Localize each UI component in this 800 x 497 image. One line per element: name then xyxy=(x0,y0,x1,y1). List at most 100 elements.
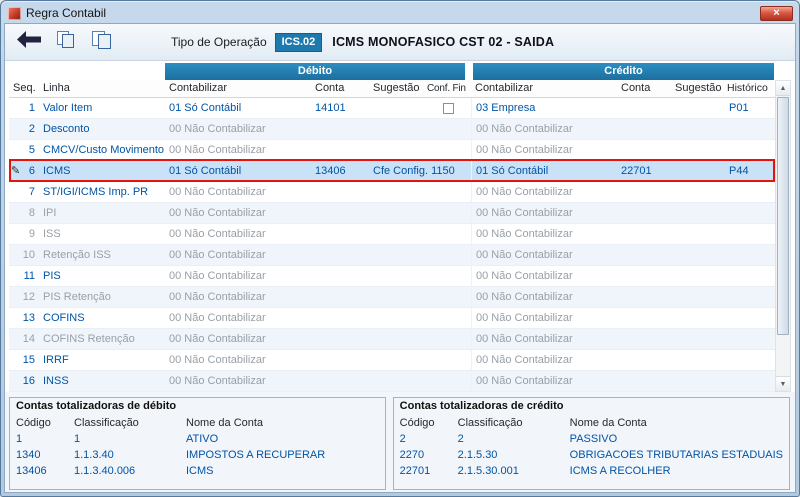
totals-row: 2270 2.1.5.30 OBRIGACOES TRIBUTARIAS ESTAD… xyxy=(394,447,789,463)
totals-classificacao: 1 xyxy=(74,433,81,445)
scroll-down-icon: ▼ xyxy=(779,380,787,388)
cell-d_cont: 00 Não Contabilizar xyxy=(169,186,266,198)
cell-linha: COFINS xyxy=(43,312,85,324)
cell-seq: 13 xyxy=(22,312,35,324)
conf-fin-checkbox[interactable] xyxy=(442,102,454,114)
grid-row-2[interactable]: 2 Desconto 00 Não Contabilizar 00 Não Conta… xyxy=(9,119,775,140)
column-header-credit-conta[interactable]: Conta xyxy=(617,80,671,97)
totals-row: 22701 2.1.5.30.001 ICMS A RECOLHER xyxy=(394,463,789,479)
cell-d_cont: 00 Não Contabilizar xyxy=(169,228,266,240)
column-header-debit-sugestao[interactable]: Sugestão xyxy=(369,80,425,97)
totals-codigo: 2 xyxy=(399,433,406,445)
cell-c_cont: 00 Não Contabilizar xyxy=(471,329,617,349)
totals-nome: ICMS xyxy=(186,465,214,477)
cell-c_conta xyxy=(617,371,671,391)
cell-d_conta xyxy=(311,245,369,265)
column-header-seq[interactable]: Seq. xyxy=(9,80,39,97)
cell-d_sug xyxy=(369,203,425,223)
cell-c_cont: 00 Não Contabilizar xyxy=(471,287,617,307)
scrollbar-thumb[interactable] xyxy=(777,97,789,335)
grid-row-14[interactable]: 14 COFINS Retenção 00 Não Contabilizar 00 N… xyxy=(9,329,775,350)
duplicate-rule-button[interactable] xyxy=(89,28,115,57)
cell-linha: INSS xyxy=(43,375,69,387)
cell-c_cont: 00 Não Contabilizar xyxy=(471,119,617,139)
column-header-conf-fin[interactable]: Conf. Fin xyxy=(425,80,471,97)
totals-codigo: 1 xyxy=(16,433,23,445)
cell-d_cont: 00 Não Contabilizar xyxy=(169,270,266,282)
column-header-linha[interactable]: Linha xyxy=(39,80,165,97)
back-button[interactable] xyxy=(15,29,43,55)
grid-row-1[interactable]: 1 Valor Item 01 Só Contábil 14101 03 Empresa… xyxy=(9,98,775,119)
column-header-credit-sugestao[interactable]: Sugestão xyxy=(671,80,725,97)
grid-row-12[interactable]: 12 PIS Retenção 00 Não Contabilizar 00 Não … xyxy=(9,287,775,308)
totals-section: Contas totalizadoras de débito Código Cl… xyxy=(5,392,795,492)
credit-totals-headers: Código Classificação Nome da Conta xyxy=(394,415,789,431)
grid-row-13[interactable]: 13 COFINS 00 Não Contabilizar 00 Não Contab… xyxy=(9,308,775,329)
grid-row-7[interactable]: 7 ST/IGI/ICMS Imp. PR 00 Não Contabilizar 0… xyxy=(9,182,775,203)
totals-classificacao: 1.1.3.40 xyxy=(74,449,114,461)
grid-row-15[interactable]: 15 IRRF 00 Não Contabilizar 00 Não Contabil… xyxy=(9,350,775,371)
cell-c_conta xyxy=(617,308,671,328)
cell-d_conta xyxy=(311,203,369,223)
cell-c_conta xyxy=(617,119,671,139)
cell-c_conta xyxy=(617,329,671,349)
close-button[interactable]: × xyxy=(760,5,793,21)
cell-hist xyxy=(725,308,775,328)
vertical-scrollbar[interactable]: ▲ ▼ xyxy=(775,80,791,392)
column-header-classificacao: Classificação xyxy=(74,417,139,429)
cell-hist xyxy=(725,203,775,223)
column-header-historico[interactable]: Histórico xyxy=(725,80,775,97)
totals-row: 13406 1.1.3.40.006 ICMS xyxy=(10,463,385,479)
cell-conf xyxy=(425,98,471,118)
totals-classificacao: 2 xyxy=(457,433,464,445)
operation-code-field[interactable]: ICS.02 xyxy=(274,32,323,52)
cell-c_sug xyxy=(671,287,725,307)
cell-c_cont: 00 Não Contabilizar xyxy=(471,308,617,328)
grid-row-8[interactable]: 8 IPI 00 Não Contabilizar 00 Não Contabiliz… xyxy=(9,203,775,224)
cell-c_cont: 00 Não Contabilizar xyxy=(471,350,617,370)
cell-c_conta xyxy=(617,203,671,223)
column-header-debit-conta[interactable]: Conta xyxy=(311,80,369,97)
column-header-debit-contabilizar[interactable]: Contabilizar xyxy=(165,80,311,97)
cell-c_sug xyxy=(671,245,725,265)
cell-c_cont: 00 Não Contabilizar xyxy=(471,224,617,244)
cell-seq: 2 xyxy=(28,123,35,135)
cell-c_cont: 01 Só Contábil xyxy=(471,161,617,181)
cell-seq: 10 xyxy=(22,249,35,261)
cell-conf xyxy=(425,329,471,349)
grid-row-9[interactable]: 9 ISS 00 Não Contabilizar 00 Não Contabiliz… xyxy=(9,224,775,245)
grid-row-16[interactable]: 16 INSS 00 Não Contabilizar 00 Não Contabil… xyxy=(9,371,775,392)
scroll-up-icon: ▲ xyxy=(779,84,787,92)
totals-nome: PASSIVO xyxy=(569,433,618,445)
column-header-credit-contabilizar[interactable]: Contabilizar xyxy=(471,80,617,97)
cell-c_cont: 03 Empresa xyxy=(471,98,617,118)
grid-row-11[interactable]: 11 PIS 00 Não Contabilizar 00 Não Contabili… xyxy=(9,266,775,287)
cell-d_conta xyxy=(311,287,369,307)
totals-nome: IMPOSTOS A RECUPERAR xyxy=(186,449,326,461)
totals-nome: ATIVO xyxy=(186,433,219,445)
copy-rule-button[interactable] xyxy=(54,28,78,56)
cell-d_sug xyxy=(369,308,425,328)
cell-c_sug xyxy=(671,182,725,202)
scroll-down-button[interactable]: ▼ xyxy=(776,376,790,391)
cell-linha: IRRF xyxy=(43,354,69,366)
cell-d_sug xyxy=(369,182,425,202)
cell-c_conta: 22701 xyxy=(621,165,652,177)
cell-seq: 7 xyxy=(28,186,35,198)
grid-row-6[interactable]: ✎ 6 ICMS 01 Só Contábil 13406 Cfe Config. 115… xyxy=(9,159,775,182)
duplicate-pages-icon xyxy=(91,30,113,55)
cell-d_cont: 00 Não Contabilizar xyxy=(169,375,266,387)
cell-linha: ST/IGI/ICMS Imp. PR xyxy=(43,186,149,198)
cell-c_conta xyxy=(617,245,671,265)
cell-d_cont: 01 Só Contábil xyxy=(169,102,242,114)
cell-seq: 16 xyxy=(22,375,35,387)
grid-row-10[interactable]: 10 Retenção ISS 00 Não Contabilizar 00 Não … xyxy=(9,245,775,266)
copy-icon xyxy=(56,30,76,54)
cell-conf xyxy=(425,140,471,160)
scroll-up-button[interactable]: ▲ xyxy=(776,81,790,96)
grid-row-5[interactable]: 5 CMCV/Custo Movimento 00 Não Contabilizar… xyxy=(9,140,775,161)
cell-hist xyxy=(725,287,775,307)
cell-hist xyxy=(725,119,775,139)
column-header-nome-conta: Nome da Conta xyxy=(569,417,647,429)
cell-d_sug xyxy=(369,245,425,265)
